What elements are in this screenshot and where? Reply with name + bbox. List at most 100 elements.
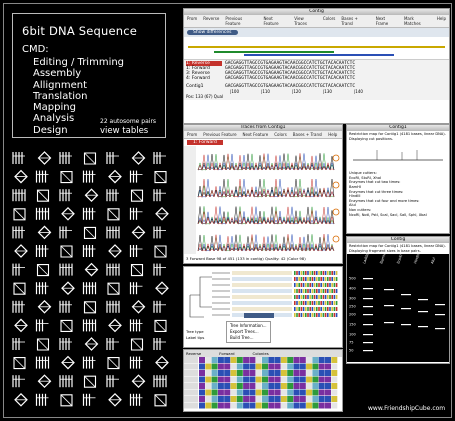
tree-cell xyxy=(333,271,336,275)
tree-cell xyxy=(309,289,311,293)
tree-cell xyxy=(333,295,336,299)
row-label-cell xyxy=(184,357,198,363)
tree-cell xyxy=(307,271,309,275)
label-tips-checkbox[interactable]: Label tips xyxy=(186,335,204,341)
table-cell xyxy=(268,363,275,370)
read-label[interactable]: 4: Forward xyxy=(186,76,222,81)
table-cell xyxy=(262,383,268,389)
dna-glyph xyxy=(35,319,49,332)
cmd-item: Translation xyxy=(33,90,88,102)
tree-cell xyxy=(302,295,305,299)
table-cell xyxy=(287,396,294,402)
toolbar-item[interactable]: Previous Feature xyxy=(225,16,257,26)
dna-glyph xyxy=(36,264,50,277)
tree-cell xyxy=(300,295,303,299)
toolbar-item[interactable]: View Traces xyxy=(294,16,317,26)
table-cell xyxy=(274,389,281,396)
table-cell xyxy=(230,376,237,383)
tree-cell xyxy=(316,277,318,281)
toolbar-item[interactable]: Next Feature xyxy=(263,16,288,26)
tree-cell xyxy=(313,289,316,293)
dna-glyph xyxy=(83,226,97,239)
toolbar-item[interactable]: Help xyxy=(437,16,446,26)
dna-glyph xyxy=(155,281,169,296)
toolbar-item[interactable]: Next Feature xyxy=(243,132,269,137)
toolbar-item[interactable]: Bases + Transl xyxy=(293,132,322,137)
tree-cell xyxy=(327,283,329,287)
ruler-tick: |100 xyxy=(230,89,239,94)
row-label-cell xyxy=(184,376,198,383)
gel-window: Contig Restriction map for Contig1 (4181… xyxy=(346,236,450,364)
table-cell xyxy=(230,402,237,409)
trace-read-label[interactable]: 1: Forward xyxy=(187,140,223,145)
tree-cell xyxy=(302,289,305,293)
toolbar-item[interactable]: Bases + Transl xyxy=(341,16,369,26)
gel-band xyxy=(363,278,373,280)
table-cell xyxy=(199,376,205,383)
table-cell xyxy=(306,370,313,376)
table-cell xyxy=(299,376,306,383)
gel-band xyxy=(435,304,445,306)
tree-cell xyxy=(329,313,331,317)
tree-alignment-strip xyxy=(232,283,292,287)
tree-cell xyxy=(322,295,325,299)
trace-marker xyxy=(332,181,340,189)
table-cell xyxy=(205,363,212,370)
toolbar-item[interactable]: Reverse xyxy=(203,16,219,26)
toolbar-item[interactable]: Help xyxy=(328,132,337,137)
table-cell xyxy=(236,376,243,383)
table-cell xyxy=(224,389,231,396)
tree-cell xyxy=(307,283,309,287)
table-cell xyxy=(211,370,218,376)
menu-item[interactable]: Build Tree... xyxy=(230,335,267,341)
table-cell xyxy=(280,383,287,389)
table-cell xyxy=(217,383,224,389)
tree-cell xyxy=(316,289,318,293)
dna-glyph xyxy=(106,375,119,388)
tree-cell xyxy=(302,271,305,275)
tree-cell xyxy=(294,307,296,311)
tree-cell xyxy=(331,271,333,275)
gel-size-label: 100 xyxy=(349,333,356,337)
toolbar-item[interactable]: Colors xyxy=(274,132,287,137)
dna-glyph xyxy=(106,300,120,313)
table-cell xyxy=(325,383,331,389)
table-cell xyxy=(230,383,237,389)
tree-cell xyxy=(318,313,320,317)
tree-cell xyxy=(298,289,300,293)
tree-cell xyxy=(298,283,300,287)
tree-cell xyxy=(316,271,318,275)
tree-cell xyxy=(335,313,338,317)
table-cell xyxy=(236,357,243,363)
toolbar-item[interactable]: Prom xyxy=(187,16,197,26)
table-cell xyxy=(243,396,250,402)
row-label-cell xyxy=(184,383,198,389)
table-cell xyxy=(287,383,294,389)
tree-cell xyxy=(327,307,329,311)
tree-cell xyxy=(331,277,333,281)
dna-glyph xyxy=(37,225,52,240)
trace-marker xyxy=(332,208,340,216)
table-cell xyxy=(318,402,325,409)
tree-cell xyxy=(316,313,318,317)
cmd-item: Assembly xyxy=(33,68,82,80)
toolbar-item[interactable]: Next Frame xyxy=(376,16,398,26)
dna-glyph xyxy=(154,394,167,407)
dna-glyph xyxy=(13,357,26,370)
tree-cell xyxy=(318,283,320,287)
toolbar-item[interactable]: Previous Feature xyxy=(203,132,236,137)
gel-band xyxy=(435,314,445,316)
toolbar-item[interactable]: Mark Matches xyxy=(404,16,431,26)
toolbar-item[interactable]: Prom xyxy=(187,132,197,137)
toolbar-item[interactable]: Colors xyxy=(323,16,336,26)
traces-window: Traces from Contig1 Prom Previous Featur… xyxy=(183,124,343,264)
dna-glyph xyxy=(82,393,96,406)
table-cell xyxy=(217,396,224,402)
dna-glyph xyxy=(36,189,50,202)
dna-glyph xyxy=(14,169,28,184)
ruler-tick: |140 xyxy=(353,89,363,94)
table-header: Forward xyxy=(219,351,235,356)
show-differences-button[interactable]: Show differences xyxy=(187,30,238,35)
tree-cell xyxy=(311,307,314,311)
tree-window: Tree Information... Export Trees... Buil… xyxy=(183,266,343,348)
